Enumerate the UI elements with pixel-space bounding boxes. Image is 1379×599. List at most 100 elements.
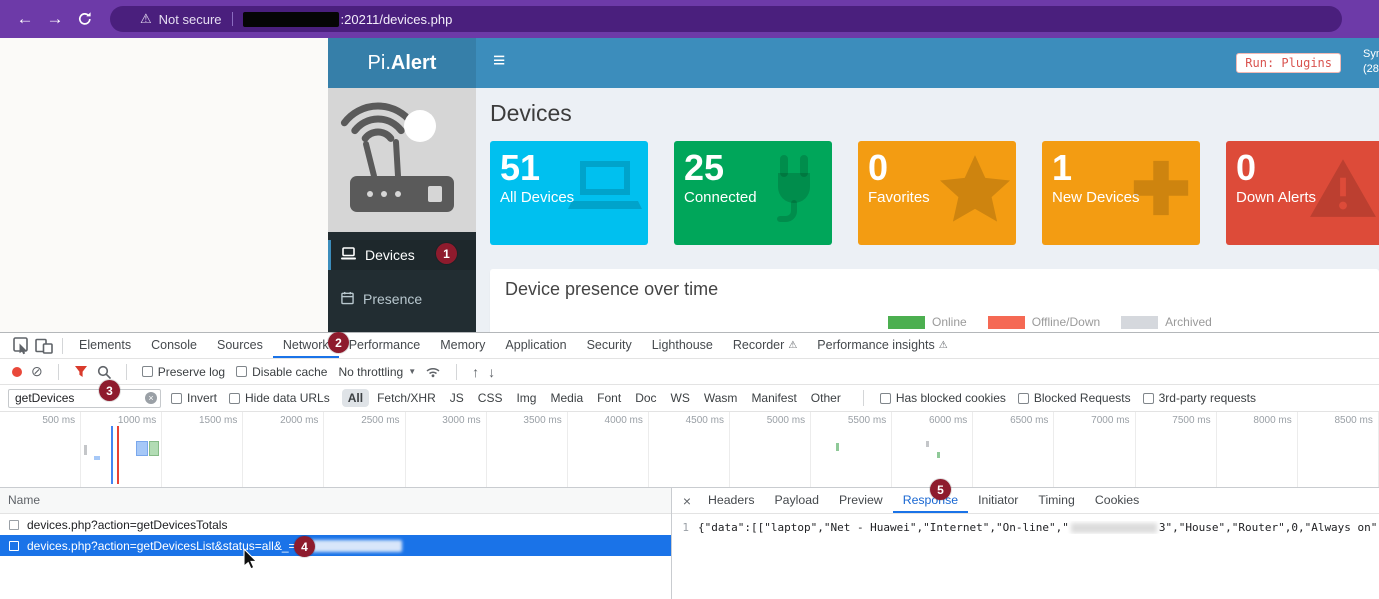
stat-card-connected[interactable]: 25 Connected bbox=[674, 141, 832, 245]
timeline-ruler: 500 ms 1000 ms 1500 ms 2000 ms 2500 ms 3… bbox=[0, 412, 1379, 487]
filter-type-wasm[interactable]: Wasm bbox=[698, 389, 744, 407]
tab-headers[interactable]: Headers bbox=[698, 488, 764, 513]
hide-data-urls-toggle[interactable]: Hide data URLs bbox=[229, 391, 330, 405]
timeline-activity-mark bbox=[836, 443, 839, 451]
preserve-log-checkbox[interactable] bbox=[142, 366, 153, 377]
blocked-requests-label: Blocked Requests bbox=[1034, 391, 1131, 405]
filter-type-font[interactable]: Font bbox=[591, 389, 627, 407]
filter-icon[interactable] bbox=[74, 365, 88, 378]
preserve-log-toggle[interactable]: Preserve log bbox=[142, 365, 225, 379]
record-button[interactable] bbox=[12, 367, 22, 377]
hide-data-urls-label: Hide data URLs bbox=[245, 391, 330, 405]
menu-toggle-icon[interactable]: ≡ bbox=[493, 49, 505, 73]
inspect-element-icon[interactable] bbox=[8, 337, 32, 355]
response-text-before: {"data":[["laptop","Net - Huawei","Inter… bbox=[698, 521, 1069, 534]
has-blocked-cookies-toggle[interactable]: Has blocked cookies bbox=[880, 391, 1006, 405]
network-filter-input[interactable] bbox=[8, 389, 161, 408]
app-logo[interactable]: Pi.Alert bbox=[328, 38, 476, 88]
tab-application[interactable]: Application bbox=[495, 333, 576, 358]
tab-performance-insights[interactable]: Performance insights ⚠ bbox=[807, 333, 957, 358]
timeline-tick: 8500 ms bbox=[1298, 412, 1379, 487]
forward-icon[interactable]: → bbox=[40, 9, 70, 29]
stat-card-down-alerts[interactable]: 0 Down Alerts bbox=[1226, 141, 1379, 245]
invert-toggle[interactable]: Invert bbox=[171, 391, 217, 405]
filter-type-js[interactable]: JS bbox=[444, 389, 470, 407]
tab-lighthouse[interactable]: Lighthouse bbox=[642, 333, 723, 358]
back-icon[interactable]: ← bbox=[10, 9, 40, 29]
disable-cache-toggle[interactable]: Disable cache bbox=[236, 365, 327, 379]
invert-checkbox[interactable] bbox=[171, 393, 182, 404]
filter-type-ws[interactable]: WS bbox=[665, 389, 696, 407]
stat-card-new-devices[interactable]: 1 New Devices bbox=[1042, 141, 1200, 245]
run-plugins-button[interactable]: Run: Plugins bbox=[1236, 53, 1341, 73]
page-title: Devices bbox=[490, 100, 1379, 127]
stat-card-all-devices[interactable]: 51 All Devices bbox=[490, 141, 648, 245]
response-content[interactable]: 1 {"data":[["laptop","Net - Huawei","Int… bbox=[672, 514, 1379, 534]
devtools-panel: Elements Console Sources Network Perform… bbox=[0, 332, 1379, 599]
export-har-icon[interactable]: ↓ bbox=[488, 364, 495, 380]
legend-label-offline: Offline/Down bbox=[1032, 315, 1100, 329]
import-har-icon[interactable]: ↑ bbox=[472, 364, 479, 380]
filter-type-img[interactable]: Img bbox=[510, 389, 542, 407]
tab-recorder[interactable]: Recorder ⚠ bbox=[723, 333, 807, 358]
filter-type-media[interactable]: Media bbox=[544, 389, 589, 407]
reload-icon[interactable] bbox=[70, 11, 100, 27]
third-party-requests-toggle[interactable]: 3rd-party requests bbox=[1143, 391, 1256, 405]
presence-panel: Device presence over time Online Offline… bbox=[490, 269, 1379, 332]
disable-cache-checkbox[interactable] bbox=[236, 366, 247, 377]
address-bar[interactable]: ⚠ Not secure :20211/devices.php bbox=[110, 6, 1342, 32]
toolbar-divider bbox=[126, 364, 127, 380]
filter-type-fetch-xhr[interactable]: Fetch/XHR bbox=[371, 389, 442, 407]
tab-preview[interactable]: Preview bbox=[829, 488, 893, 513]
blocked-requests-toggle[interactable]: Blocked Requests bbox=[1018, 391, 1131, 405]
tab-sources[interactable]: Sources bbox=[207, 333, 273, 358]
url-text: :20211/devices.php bbox=[341, 12, 453, 27]
hide-data-urls-checkbox[interactable] bbox=[229, 393, 240, 404]
device-toolbar-icon[interactable] bbox=[32, 338, 56, 354]
filter-type-other[interactable]: Other bbox=[805, 389, 847, 407]
timeline-activity-mark bbox=[136, 441, 148, 456]
search-icon[interactable] bbox=[97, 365, 111, 379]
tab-console[interactable]: Console bbox=[141, 333, 207, 358]
tab-cookies[interactable]: Cookies bbox=[1085, 488, 1149, 513]
tab-memory[interactable]: Memory bbox=[430, 333, 495, 358]
close-icon[interactable]: × bbox=[676, 493, 698, 509]
filter-type-manifest[interactable]: Manifest bbox=[745, 389, 802, 407]
navbar-right-text: Sym (28, bbox=[1363, 47, 1379, 77]
timeline-activity-mark bbox=[84, 445, 87, 455]
filter-type-css[interactable]: CSS bbox=[472, 389, 509, 407]
tab-security[interactable]: Security bbox=[577, 333, 642, 358]
network-overview-timeline[interactable]: 500 ms 1000 ms 1500 ms 2000 ms 2500 ms 3… bbox=[0, 412, 1379, 488]
tab-performance[interactable]: Performance bbox=[339, 333, 431, 358]
timeline-tick: 5000 ms bbox=[730, 412, 811, 487]
navbar-right-line2: (28, bbox=[1363, 62, 1379, 77]
tab-timing[interactable]: Timing bbox=[1028, 488, 1084, 513]
filter-type-all[interactable]: All bbox=[342, 389, 369, 407]
laptop-icon bbox=[341, 247, 356, 263]
request-list-header[interactable]: Name bbox=[0, 488, 671, 514]
stat-card-favorites[interactable]: 0 Favorites bbox=[858, 141, 1016, 245]
warning-triangle-icon bbox=[1308, 155, 1378, 224]
has-blocked-cookies-checkbox[interactable] bbox=[880, 393, 891, 404]
toolbar-divider bbox=[58, 364, 59, 380]
request-name: devices.php?action=getDevicesTotals bbox=[27, 518, 227, 532]
sidebar-item-presence[interactable]: Presence bbox=[328, 284, 476, 314]
request-row-selected[interactable]: devices.php?action=getDevicesList&status… bbox=[0, 535, 671, 556]
network-conditions-icon[interactable] bbox=[425, 365, 441, 378]
timeline-tick: 3000 ms bbox=[406, 412, 487, 487]
tab-elements[interactable]: Elements bbox=[69, 333, 141, 358]
clear-filter-icon[interactable]: × bbox=[145, 392, 157, 404]
disable-cache-label: Disable cache bbox=[252, 365, 327, 379]
filter-type-doc[interactable]: Doc bbox=[629, 389, 662, 407]
timeline-tick: 500 ms bbox=[0, 412, 81, 487]
tab-initiator[interactable]: Initiator bbox=[968, 488, 1028, 513]
tab-payload[interactable]: Payload bbox=[764, 488, 828, 513]
request-row[interactable]: devices.php?action=getDevicesTotals bbox=[0, 514, 671, 535]
top-navbar: ≡ Run: Plugins Sym (28, bbox=[476, 38, 1379, 88]
throttling-select[interactable]: No throttling ▼ bbox=[338, 365, 416, 379]
network-filter-bar: × Invert Hide data URLs All Fetch/XHR JS… bbox=[0, 385, 1379, 412]
clear-icon[interactable]: ⊘ bbox=[31, 363, 43, 380]
blocked-requests-checkbox[interactable] bbox=[1018, 393, 1029, 404]
third-party-requests-checkbox[interactable] bbox=[1143, 393, 1154, 404]
timeline-tick: 7000 ms bbox=[1054, 412, 1135, 487]
